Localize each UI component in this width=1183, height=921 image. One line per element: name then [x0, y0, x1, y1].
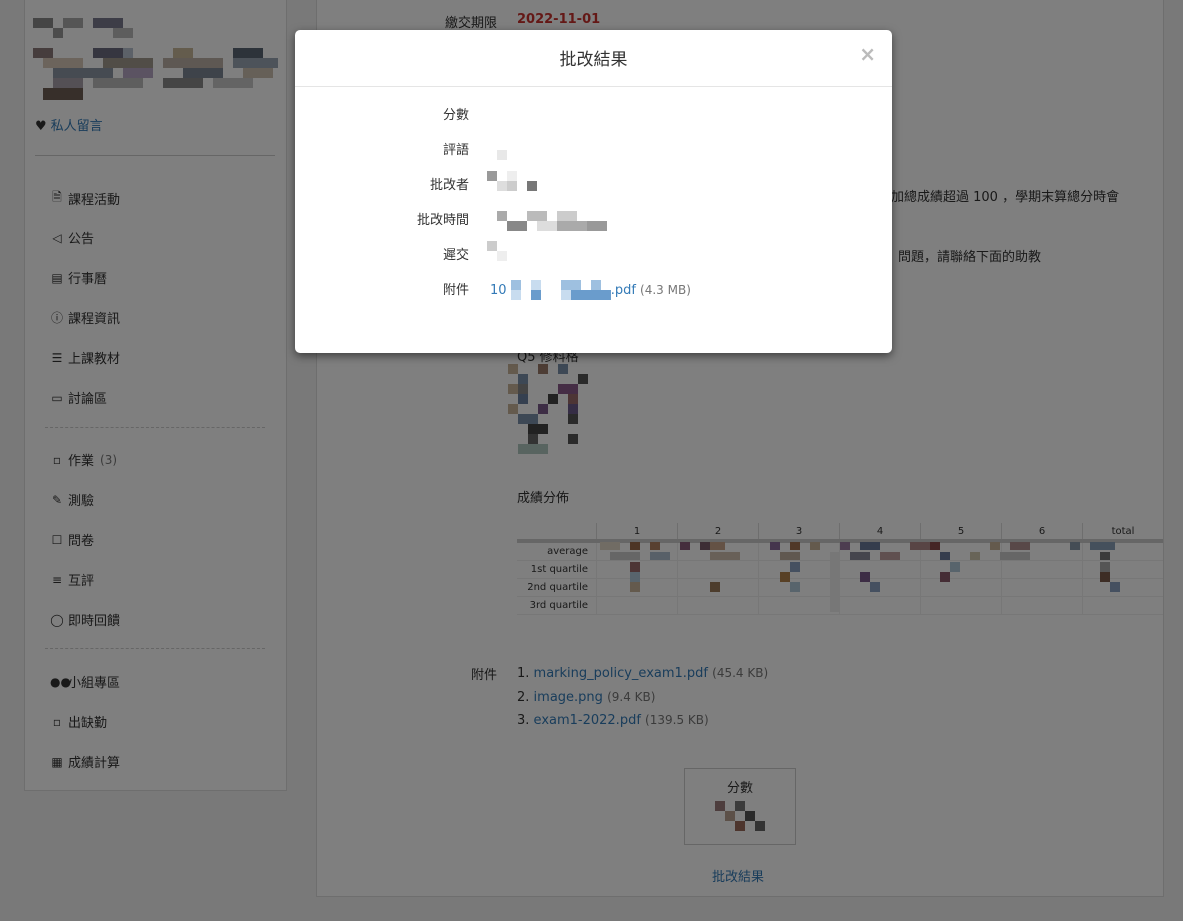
- modal-attachment: 10 .pdf (4.3 MB): [490, 280, 691, 300]
- grader-label: 批改者: [429, 178, 469, 193]
- file-size: (4.3 MB): [640, 283, 691, 297]
- modal-attachment-link[interactable]: 10 .pdf: [490, 280, 640, 300]
- graded-time-label: 批改時間: [416, 213, 469, 228]
- modal-header: 批改結果 ×: [295, 30, 892, 87]
- attachment-label: 附件: [442, 283, 469, 298]
- attachment-prefix: 10: [490, 283, 507, 298]
- obscured-comment: [497, 150, 507, 160]
- late-label: 遲交: [442, 248, 469, 263]
- grading-result-modal: 批改結果 × 分數 評語 批改者 批改時間 遲交 附件 10 .pdf (4.3…: [295, 30, 892, 353]
- attachment-extension: .pdf: [610, 283, 636, 298]
- comment-label: 評語: [442, 143, 469, 158]
- obscured-late: [487, 241, 507, 261]
- close-icon[interactable]: ×: [859, 42, 876, 66]
- obscured-filename: [510, 280, 611, 300]
- obscured-grader: [487, 171, 547, 191]
- modal-title: 批改結果: [559, 50, 628, 70]
- score-label: 分數: [442, 108, 469, 123]
- obscured-graded-time: [497, 211, 609, 231]
